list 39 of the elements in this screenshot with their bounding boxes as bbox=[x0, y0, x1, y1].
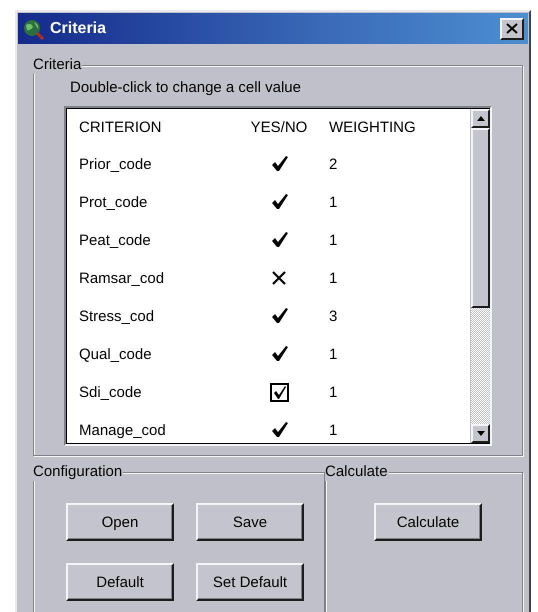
criterion-cell-text: Ramsar_cod bbox=[79, 270, 166, 286]
criterion-cell-text: Sdi_code bbox=[79, 384, 143, 400]
instruction-text: Double-click to change a cell value bbox=[70, 79, 301, 96]
weighting-cell-text: 3 bbox=[329, 308, 338, 324]
group-label: Configuration bbox=[33, 463, 124, 481]
close-button[interactable] bbox=[500, 18, 524, 40]
criterion-cell-text: Prot_code bbox=[79, 194, 148, 210]
weighting-cell-text: 1 bbox=[329, 384, 338, 400]
close-icon bbox=[506, 23, 518, 34]
weighting-cell-text: 1 bbox=[329, 194, 338, 210]
scroll-up-button[interactable] bbox=[471, 109, 490, 128]
config-button[interactable]: Save bbox=[196, 503, 304, 541]
criterion-cell-text: Qual_code bbox=[79, 346, 153, 362]
window-title: Criteria bbox=[50, 20, 108, 38]
weighting-cell-text: 1 bbox=[329, 232, 338, 248]
weighting-cell-text: 2 bbox=[329, 156, 338, 172]
group-label: Criteria bbox=[33, 56, 82, 74]
config-button[interactable]: Open bbox=[66, 503, 174, 541]
config-button[interactable]: Default bbox=[66, 563, 174, 601]
checkbox[interactable] bbox=[270, 382, 288, 402]
scrollbar[interactable] bbox=[470, 109, 490, 443]
group-label: Calculate bbox=[325, 463, 389, 481]
weighting-cell-text: 1 bbox=[329, 422, 338, 438]
criterion-cell-text: Manage_cod bbox=[79, 422, 167, 438]
criterion-cell-text: Stress_cod bbox=[79, 308, 156, 324]
weighting-cell-text: 1 bbox=[329, 346, 338, 362]
column-header: CRITERION bbox=[79, 118, 162, 136]
scroll-thumb[interactable] bbox=[471, 128, 490, 308]
up-arrow-icon bbox=[476, 116, 484, 121]
down-arrow-icon bbox=[476, 431, 484, 436]
column-header: WEIGHTING bbox=[329, 118, 417, 136]
criterion-cell-text: Peat_code bbox=[79, 232, 152, 248]
calculate-button[interactable]: Calculate bbox=[374, 503, 482, 541]
column-header: YES/NO bbox=[250, 118, 308, 136]
scroll-down-button[interactable] bbox=[471, 424, 490, 443]
config-button[interactable]: Set Default bbox=[196, 563, 304, 601]
weighting-cell-text: 1 bbox=[329, 270, 338, 286]
check-icon bbox=[272, 384, 286, 400]
criterion-cell-text: Prior_code bbox=[79, 156, 153, 172]
